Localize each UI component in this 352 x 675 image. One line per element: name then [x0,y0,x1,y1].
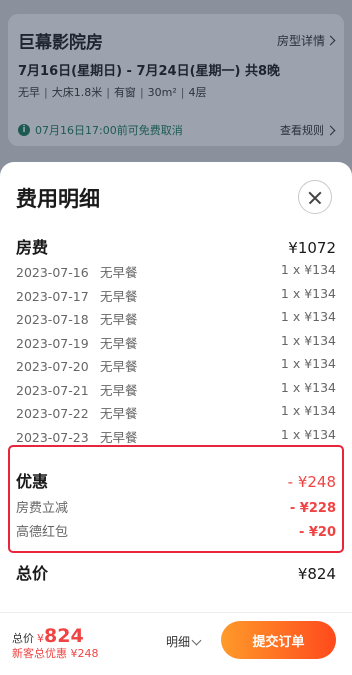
room-detail-link[interactable]: 房型详情 [276,32,336,49]
room-fee-label: 房费 [16,238,49,257]
chevron-right-icon [325,125,336,135]
nightly-list: 2023-07-16 无早餐 1 x ¥134 2023-07-17 无早餐 1 x… [16,262,336,450]
night-date: 2023-07-16 [16,265,89,280]
list-item: 2023-07-17 无早餐 1 x ¥134 [16,286,336,310]
sheet-title: 费用明细 [16,187,100,211]
view-rules-link[interactable]: 查看规则 [280,122,336,138]
night-meal: 无早餐 [99,382,138,398]
night-price: 1 x ¥134 [280,262,336,277]
list-item: 2023-07-20 无早餐 1 x ¥134 [16,356,336,380]
discount-label: 优惠 [16,472,49,491]
night-date: 2023-07-18 [16,312,89,327]
list-item: 2023-07-22 无早餐 1 x ¥134 [16,403,336,427]
night-date: 2023-07-20 [16,359,89,374]
tag: 有窗 [102,86,136,99]
night-date: 2023-07-21 [16,382,89,398]
total-label: 总价 [16,564,49,583]
discount-item-row: 高德红包 - ¥20 [16,521,336,540]
discount-item-label: 房费立减 [16,501,69,516]
night-meal: 无早餐 [99,406,138,421]
night-date: 2023-07-22 [16,406,89,421]
night-meal: 无早餐 [99,359,138,374]
night-price: 1 x ¥134 [280,356,336,371]
tag: 大床1.8米 [40,86,102,99]
night-date: 2023-07-17 [16,288,89,304]
night-date: 2023-07-23 [16,429,89,445]
list-item: 2023-07-21 无早餐 1 x ¥134 [16,380,336,404]
night-meal: 无早餐 [99,265,138,280]
room-fee-value: ¥1072 [288,239,336,257]
night-price: 1 x ¥134 [280,332,336,348]
cancel-policy-row: i 07月16日17:00前可免费取消 查看规则 [18,122,336,138]
night-meal: 无早餐 [99,288,138,304]
list-item: 2023-07-16 无早餐 1 x ¥134 [16,262,336,286]
view-rules-label: 查看规则 [280,124,324,137]
discount-item-label: 高德红包 [16,525,69,540]
night-price: 1 x ¥134 [280,403,336,418]
chevron-right-icon [325,35,336,46]
night-meal: 无早餐 [99,429,138,445]
night-price: 1 x ¥134 [280,285,336,301]
room-fee-row: 房费 ¥1072 [16,234,336,258]
bottom-total-amount: 824 [44,625,84,647]
night-date: 2023-07-19 [16,335,89,351]
tag: 30m² [136,86,177,99]
list-item: 2023-07-18 无早餐 1 x ¥134 [16,309,336,333]
room-summary-card: 巨幕影院房 房型详情 7月16日(星期日) - 7月24日(星期一) 共8晚 无… [8,14,344,146]
tag: 4层 [177,86,207,99]
cancel-note-text: 07月16日17:00前可免费取消 [35,124,183,137]
room-tags: 无早大床1.8米有窗30m²4层 [18,84,207,100]
discount-row: 优惠 - ¥248 [16,468,336,492]
bottom-total-label: 总价 [12,632,34,645]
bottom-action-bar: 总价 ¥ 824 新客总优惠 ¥248 明细 提交订单 [0,612,352,675]
bottom-total: 总价 ¥ 824 [12,625,84,647]
room-detail-label: 房型详情 [276,34,325,48]
room-title: 巨幕影院房 [18,33,103,53]
detail-toggle[interactable]: 明细 [166,633,202,650]
cancel-note: i 07月16日17:00前可免费取消 [18,122,183,138]
total-row: 总价 ¥824 [16,560,336,584]
chevron-down-icon [191,635,202,645]
stay-dates: 7月16日(星期日) - 7月24日(星期一) 共8晚 [18,64,281,79]
promo-text: 新客总优惠 ¥248 [12,647,99,660]
submit-order-button[interactable]: 提交订单 [221,621,336,659]
discount-item-value: - ¥228 [289,501,336,516]
tag: 无早 [18,86,40,99]
discount-value: - ¥248 [287,473,336,491]
currency-symbol: ¥ [37,632,44,645]
total-value: ¥824 [297,565,336,583]
discount-item-row: 房费立减 - ¥228 [16,497,336,516]
night-price: 1 x ¥134 [280,309,336,324]
close-button[interactable] [298,180,332,214]
info-icon: i [18,124,30,136]
list-item: 2023-07-19 无早餐 1 x ¥134 [16,333,336,357]
discount-item-value: - ¥20 [298,525,336,540]
night-meal: 无早餐 [99,335,138,351]
fee-detail-sheet: 费用明细 房费 ¥1072 2023-07-16 无早餐 1 x ¥134 202… [0,162,352,674]
detail-label: 明细 [166,635,191,649]
night-meal: 无早餐 [99,312,138,327]
night-price: 1 x ¥134 [280,379,336,395]
